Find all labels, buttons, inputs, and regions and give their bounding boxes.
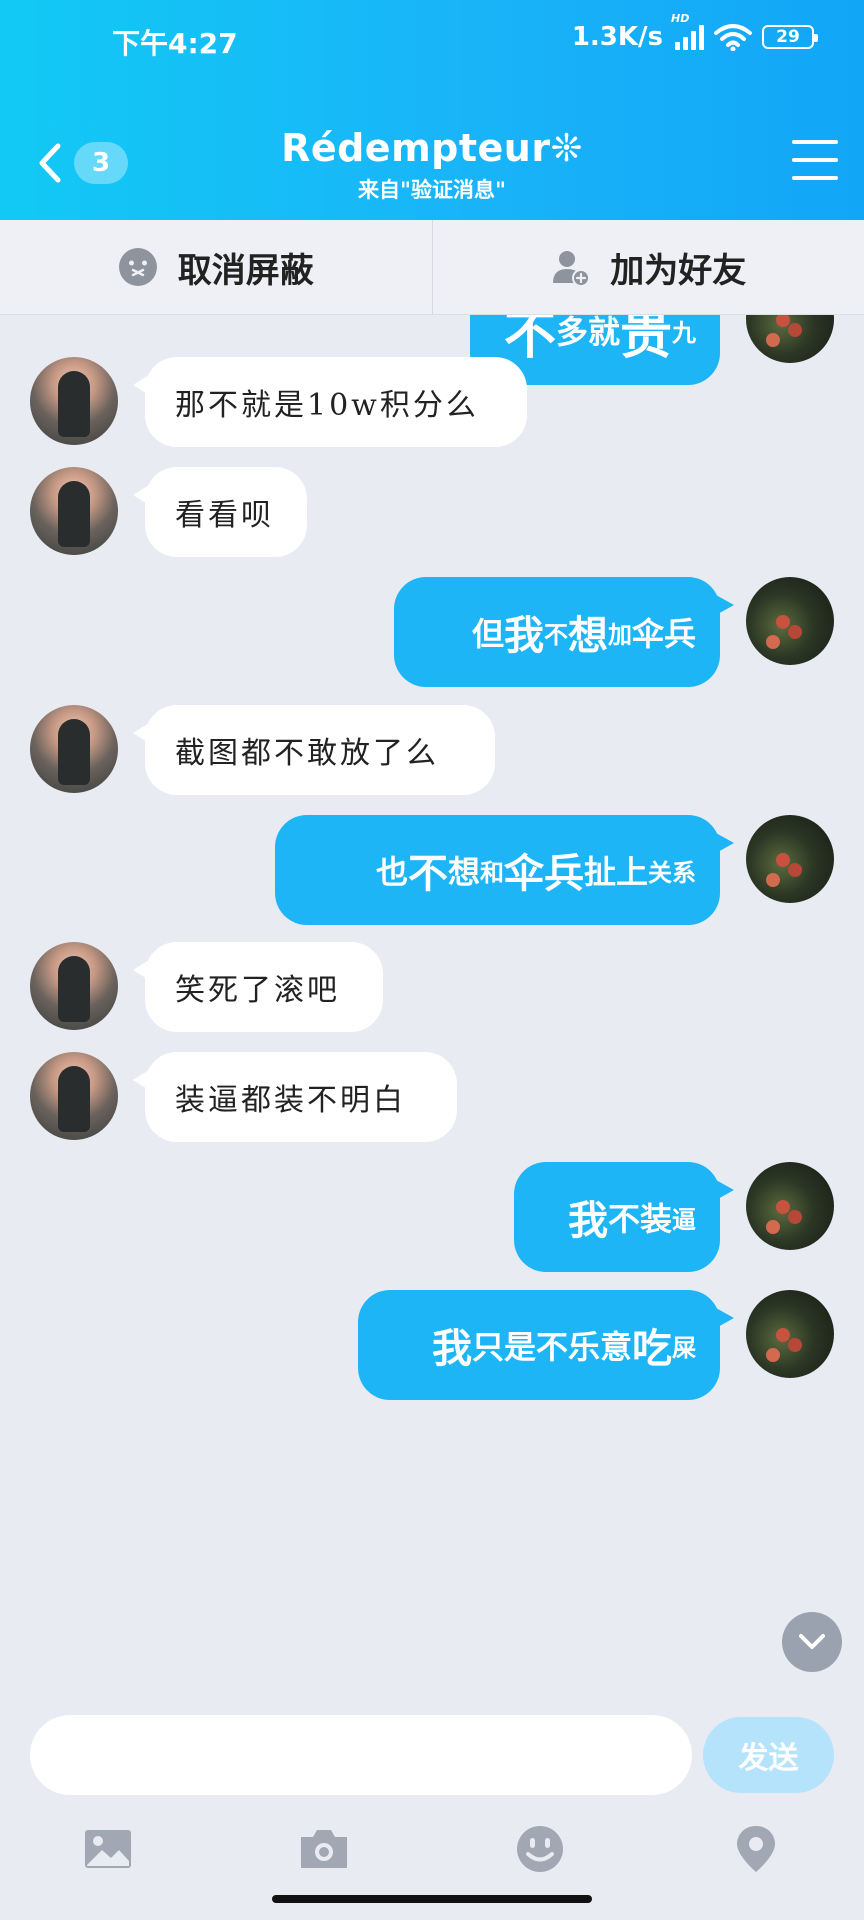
message-text-segment: 加 — [607, 620, 632, 649]
message-text-segment: 多就 — [555, 315, 620, 351]
contact-avatar[interactable] — [30, 942, 118, 1030]
my-avatar[interactable] — [746, 1290, 834, 1378]
message-text-segment: 伞兵 — [503, 851, 584, 897]
message-bubble[interactable]: 我不装逼 — [514, 1162, 734, 1272]
message-text-segment: 关系 — [648, 858, 696, 887]
message-text-segment: 逼 — [672, 1205, 696, 1234]
message-row-received: 装逼都装不明白 — [0, 1052, 864, 1142]
message-bubble[interactable]: 但我不想加伞兵 — [394, 577, 734, 687]
home-indicator[interactable] — [272, 1895, 592, 1903]
message-text: 看看呗 — [175, 498, 274, 533]
message-text-segment: 扯 — [583, 853, 616, 891]
message-list[interactable]: 不多就贵九那不就是10w积分么 看看呗但我不想加伞兵 截图都不敢放了么也不想和伞兵扯… — [0, 315, 864, 1715]
message-bubble[interactable]: 笑死了滚吧 — [133, 942, 383, 1032]
my-avatar[interactable] — [746, 815, 834, 903]
message-text-segment: 想 — [447, 853, 480, 891]
message-text: 截图都不敢放了么 — [175, 736, 439, 771]
message-text-segment: 上 — [615, 853, 648, 891]
status-time: 下午4:27 — [112, 27, 238, 60]
network-speed: 1.3K/s — [571, 22, 663, 52]
message-text-segment: 伞兵 — [631, 615, 696, 653]
message-bubble[interactable]: 那不就是10w积分么 — [133, 357, 527, 447]
message-row-received: 看看呗 — [0, 467, 864, 557]
my-avatar[interactable] — [746, 577, 834, 665]
message-text-segment: 但 — [471, 615, 504, 653]
message-bubble[interactable]: 截图都不敢放了么 — [133, 705, 495, 795]
message-row-sent: 但我不想加伞兵 — [0, 577, 864, 687]
message-row-sent: 我只是 不乐意吃屎 — [0, 1290, 864, 1400]
add-friend-button[interactable]: 加为好友 — [431, 220, 864, 314]
chat-title-area: Rédempteur❊ 来自"验证消息" — [0, 126, 864, 204]
input-toolbar — [0, 1815, 864, 1885]
message-text-segment: 我 — [567, 1198, 608, 1244]
message-text-segment: 我 — [503, 613, 544, 659]
message-text-segment: 不 — [543, 620, 568, 649]
chat-header: 下午4:27 1.3K/s HD 29 3 Rédempteur❊ 来自"验证消… — [0, 0, 864, 220]
message-text-segment: 和 — [479, 858, 504, 887]
contact-avatar[interactable] — [30, 1052, 118, 1140]
message-text-segment: 吃 — [632, 1326, 672, 1372]
location-icon[interactable] — [730, 1823, 782, 1875]
message-row-sent: 我不装逼 — [0, 1162, 864, 1272]
chevron-down-icon — [799, 1634, 825, 1649]
contact-avatar[interactable] — [30, 705, 118, 793]
message-row-received: 那不就是10w积分么 — [0, 357, 864, 447]
contact-avatar[interactable] — [30, 467, 118, 555]
action-bar: 取消屏蔽 加为好友 — [0, 220, 864, 315]
message-text: 笑死了滚吧 — [175, 973, 340, 1008]
input-bar: 发送 — [0, 1715, 864, 1920]
message-text-segment: 不装 — [607, 1200, 672, 1238]
chat-subtitle: 来自"验证消息" — [358, 178, 506, 202]
my-avatar[interactable] — [746, 1162, 834, 1250]
camera-icon[interactable] — [298, 1823, 350, 1875]
message-text-segment: 不 — [407, 851, 448, 897]
message-text-segment: 我 — [431, 1326, 472, 1372]
message-row-sent: 也不想和伞兵扯上关系 — [0, 815, 864, 925]
status-indicators: 1.3K/s HD 29 — [571, 12, 818, 52]
emoji-icon[interactable] — [514, 1823, 566, 1875]
battery-level: 29 — [776, 27, 800, 47]
scroll-down-button[interactable] — [782, 1612, 842, 1672]
message-text: 那不就是10w积分么 — [175, 388, 479, 423]
message-text-segment: 想 — [567, 613, 608, 659]
unblock-button[interactable]: 取消屏蔽 — [0, 220, 432, 314]
hd-label: HD — [671, 12, 690, 25]
message-text-segment: 只是 — [471, 1328, 536, 1366]
message-row-received: 笑死了滚吧 — [0, 942, 864, 1032]
send-button[interactable]: 发送 — [703, 1717, 834, 1793]
unblock-label: 取消屏蔽 — [177, 250, 314, 291]
menu-icon[interactable] — [792, 140, 838, 180]
message-row-received: 截图都不敢放了么 — [0, 705, 864, 795]
add-friend-label: 加为好友 — [610, 250, 747, 291]
message-bubble[interactable]: 看看呗 — [133, 467, 307, 557]
message-text: 装逼都装不明白 — [175, 1083, 406, 1118]
message-text-segment: 九 — [672, 318, 696, 347]
message-text-segment: 也 — [375, 853, 408, 891]
add-friend-icon — [553, 251, 591, 287]
message-text-segment: 不乐意 — [535, 1328, 632, 1366]
image-icon[interactable] — [82, 1823, 134, 1875]
chat-title: Rédempteur❊ — [281, 126, 583, 170]
message-input[interactable] — [30, 1715, 692, 1795]
contact-avatar[interactable] — [30, 357, 118, 445]
battery-icon: 29 — [762, 25, 818, 49]
wifi-icon — [714, 24, 752, 51]
my-avatar[interactable] — [746, 315, 834, 363]
message-bubble[interactable]: 我只是 不乐意吃屎 — [358, 1290, 734, 1400]
message-bubble[interactable]: 装逼都装不明白 — [133, 1052, 457, 1142]
signal-icon: HD — [671, 12, 704, 50]
message-text-segment: 屎 — [672, 1333, 696, 1362]
unblock-icon — [118, 248, 157, 286]
status-bar: 下午4:27 1.3K/s HD 29 — [0, 0, 864, 80]
message-bubble[interactable]: 也不想和伞兵扯上关系 — [275, 815, 734, 925]
